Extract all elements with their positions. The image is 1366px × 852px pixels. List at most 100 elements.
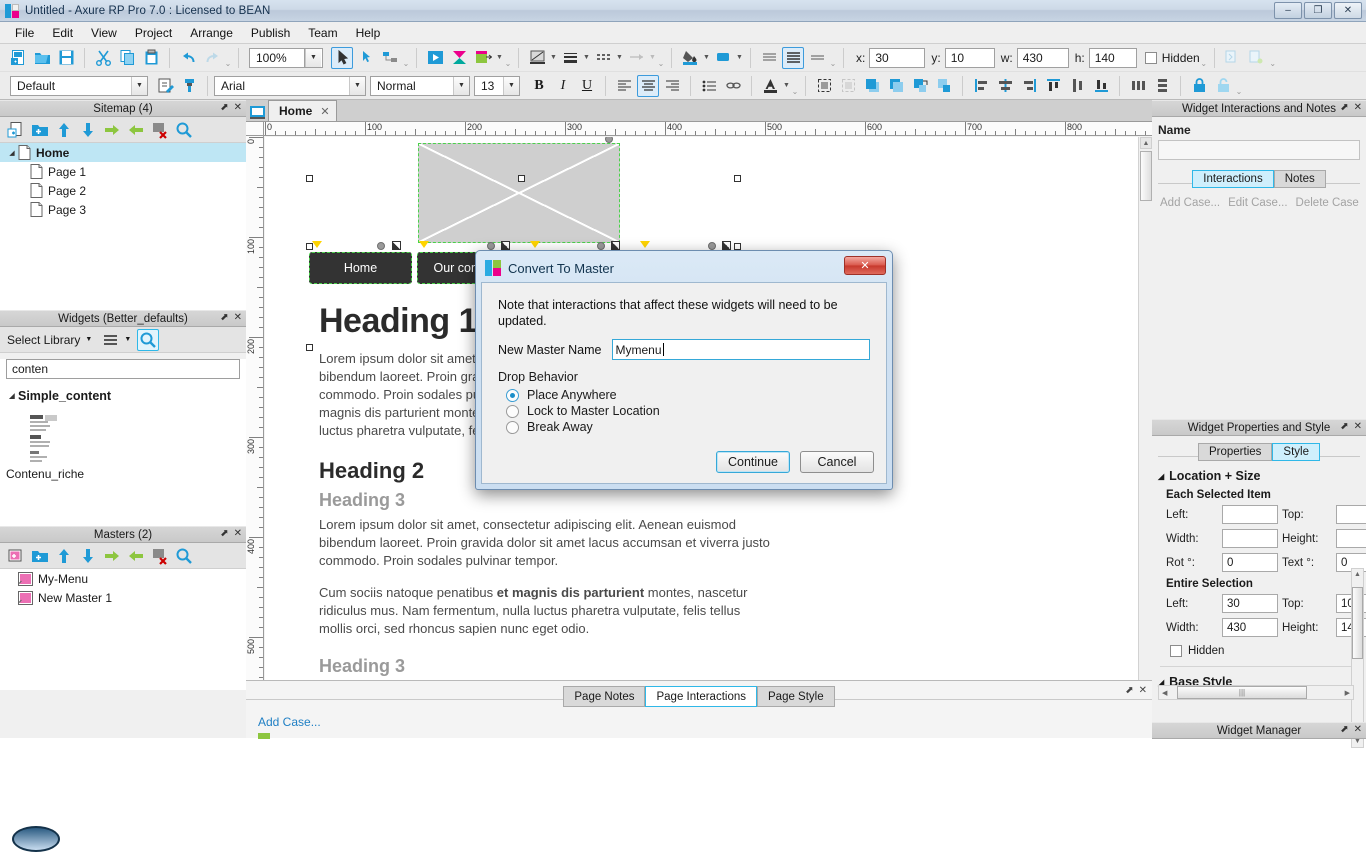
- align-left-icon[interactable]: [613, 75, 635, 97]
- selection-handle[interactable]: [734, 243, 741, 250]
- align-objects-top-icon[interactable]: [1042, 75, 1064, 97]
- tab-page-style[interactable]: Page Style: [757, 686, 835, 707]
- add-folder-icon[interactable]: [29, 545, 51, 567]
- widget-search-icon[interactable]: [137, 328, 160, 351]
- masters-item-my-menu[interactable]: My-Menu: [0, 569, 246, 588]
- sitemap-item-home[interactable]: ◢ Home: [0, 143, 246, 162]
- selection-handle[interactable]: [306, 175, 313, 182]
- continue-button[interactable]: Continue: [716, 451, 790, 473]
- paste-icon[interactable]: [140, 47, 162, 69]
- each-rot-input[interactable]: 0: [1222, 553, 1278, 572]
- zoom-dropdown-arrow[interactable]: ▼: [305, 47, 323, 68]
- new-file-icon[interactable]: [7, 47, 29, 69]
- fill-color-icon[interactable]: [679, 47, 701, 69]
- move-down-icon[interactable]: [77, 119, 99, 141]
- widget-thumbnail[interactable]: [28, 413, 70, 465]
- cancel-button[interactable]: Cancel: [800, 451, 874, 473]
- align-objects-center-icon[interactable]: [994, 75, 1016, 97]
- tab-notes[interactable]: Notes: [1273, 170, 1326, 188]
- hidden-checkbox[interactable]: [1170, 645, 1182, 657]
- unlock-icon[interactable]: [1212, 75, 1234, 97]
- search-icon[interactable]: [173, 119, 195, 141]
- move-down-icon[interactable]: [77, 545, 99, 567]
- radio-lock-to-master-location[interactable]: Lock to Master Location: [482, 402, 886, 418]
- preview-icon[interactable]: [424, 47, 446, 69]
- group-icon[interactable]: [813, 75, 835, 97]
- edit-style-icon[interactable]: [154, 75, 176, 97]
- font-family-combobox[interactable]: Arial ▼: [214, 75, 366, 96]
- hidden-checkbox[interactable]: [1144, 51, 1157, 64]
- close-icon[interactable]: ✕: [320, 105, 329, 118]
- add-master-icon[interactable]: [5, 545, 27, 567]
- dialog-close-button[interactable]: ✕: [844, 256, 886, 275]
- twisty-icon[interactable]: ◢: [6, 149, 18, 157]
- selection-handle[interactable]: [518, 175, 525, 182]
- align-top-icon[interactable]: [758, 47, 780, 69]
- toolbar-overflow-grip[interactable]: ⌄: [402, 47, 410, 69]
- close-icon[interactable]: ✕: [1354, 102, 1362, 113]
- lock-icon[interactable]: [1188, 75, 1210, 97]
- entire-left-input[interactable]: 30: [1222, 594, 1278, 613]
- section-location-size[interactable]: ◢ Location + Size: [1152, 464, 1366, 487]
- page-tab-home[interactable]: Home ✕: [268, 100, 337, 121]
- close-icon[interactable]: ✕: [234, 102, 242, 113]
- add-folder-icon[interactable]: [29, 119, 51, 141]
- tab-page-interactions[interactable]: Page Interactions: [645, 686, 757, 707]
- tab-page-notes[interactable]: Page Notes: [563, 686, 646, 707]
- undock-icon[interactable]: ⬈: [1340, 102, 1348, 113]
- widget-name-input[interactable]: [1158, 140, 1360, 160]
- undock-icon[interactable]: ⬈: [1340, 724, 1348, 735]
- menu-arrange[interactable]: Arrange: [181, 24, 242, 42]
- scroll-up-arrow-icon[interactable]: ▲: [1352, 569, 1363, 580]
- align-middle-icon[interactable]: [782, 46, 804, 69]
- start-orb-icon[interactable]: [12, 826, 60, 852]
- masters-item-new-master-1[interactable]: New Master 1: [0, 588, 246, 607]
- cut-icon[interactable]: [92, 47, 114, 69]
- menu-edit[interactable]: Edit: [43, 24, 82, 42]
- align-bottom-icon[interactable]: [806, 47, 828, 69]
- undock-icon[interactable]: ⬈: [220, 102, 228, 113]
- indent-icon[interactable]: [101, 545, 123, 567]
- save-icon[interactable]: [55, 47, 77, 69]
- radio-button[interactable]: [506, 404, 519, 418]
- bold-icon[interactable]: B: [528, 75, 550, 97]
- toolbar-overflow-grip[interactable]: ⌄: [1200, 47, 1208, 69]
- undock-icon[interactable]: ⬈: [1340, 421, 1348, 432]
- tab-properties[interactable]: Properties: [1198, 443, 1273, 461]
- menu-team[interactable]: Team: [299, 24, 346, 42]
- select-tool-icon[interactable]: [331, 46, 353, 69]
- font-color-icon[interactable]: [759, 75, 781, 97]
- outdent-icon[interactable]: [125, 545, 147, 567]
- widget-search-input[interactable]: conten: [6, 359, 240, 379]
- image-placeholder-widget[interactable]: [418, 143, 620, 243]
- chevron-down-icon[interactable]: ▼: [702, 47, 711, 69]
- send-to-back-icon[interactable]: [885, 75, 907, 97]
- generate-html-icon[interactable]: [472, 47, 494, 69]
- hierarchy-tool-icon[interactable]: [379, 47, 401, 69]
- copy-icon[interactable]: [116, 47, 138, 69]
- add-case-link[interactable]: Add Case...: [1160, 197, 1220, 209]
- outdent-icon[interactable]: [125, 119, 147, 141]
- open-file-icon[interactable]: [31, 47, 53, 69]
- nav-button-home[interactable]: Home: [309, 252, 412, 284]
- radio-place-anywhere[interactable]: Place Anywhere: [482, 386, 886, 402]
- link-icon[interactable]: [722, 75, 744, 97]
- delete-case-link[interactable]: Delete Case: [1296, 197, 1359, 209]
- height-input[interactable]: 140: [1088, 47, 1137, 68]
- radio-break-away[interactable]: Break Away: [482, 418, 886, 434]
- horizontal-scroll-thumb[interactable]: |||: [1177, 686, 1307, 699]
- line-width-icon[interactable]: [559, 47, 581, 69]
- bring-forward-icon[interactable]: [909, 75, 931, 97]
- distribute-vertical-icon[interactable]: [1151, 75, 1173, 97]
- toolbar-overflow-grip[interactable]: ⌄: [657, 47, 665, 69]
- entire-width-input[interactable]: 430: [1222, 618, 1278, 637]
- tab-interactions[interactable]: Interactions: [1192, 170, 1274, 188]
- scroll-left-arrow-icon[interactable]: ◀: [1162, 689, 1167, 697]
- close-icon[interactable]: ✕: [234, 528, 242, 539]
- twisty-icon[interactable]: ◢: [6, 392, 18, 400]
- undock-icon[interactable]: ⬈: [220, 312, 228, 323]
- close-button[interactable]: ✕: [1334, 2, 1362, 19]
- widget-library-group[interactable]: ◢ Simple_content: [0, 389, 246, 403]
- menu-project[interactable]: Project: [126, 24, 181, 42]
- chevron-down-icon[interactable]: ▼: [549, 47, 558, 69]
